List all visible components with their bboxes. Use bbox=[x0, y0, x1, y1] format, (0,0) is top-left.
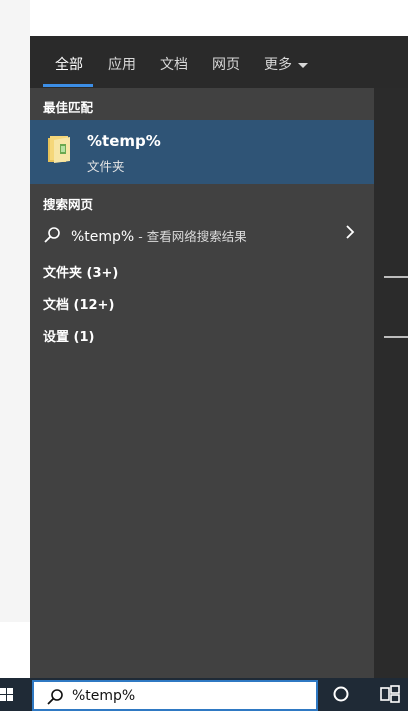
chevron-down-icon bbox=[298, 62, 308, 68]
category-settings[interactable]: 设置 (1) bbox=[43, 326, 94, 345]
taskbar-search-box[interactable]: %temp% bbox=[32, 680, 318, 711]
folder-icon bbox=[48, 136, 70, 163]
active-tab-indicator bbox=[43, 84, 93, 87]
desktop-background bbox=[0, 0, 30, 622]
tab-more[interactable]: 更多 bbox=[264, 54, 308, 74]
search-icon bbox=[44, 227, 60, 243]
category-documents[interactable]: 文档 (12+) bbox=[43, 294, 114, 313]
windows-start-icon[interactable] bbox=[0, 678, 30, 711]
search-input[interactable]: %temp% bbox=[72, 688, 135, 704]
web-result-query: %temp% bbox=[71, 229, 135, 245]
search-tabs-bar: 全部 应用 文档 网页 更多 bbox=[30, 36, 408, 88]
tab-documents[interactable]: 文档 bbox=[160, 54, 188, 74]
category-folders[interactable]: 文件夹 (3+) bbox=[43, 262, 118, 281]
taskbar: %temp% bbox=[0, 678, 408, 711]
task-view-icon[interactable] bbox=[380, 685, 400, 703]
web-result-text: %temp% - 查看网络搜索结果 bbox=[71, 226, 247, 245]
divider bbox=[384, 276, 408, 278]
section-title-best-match: 最佳匹配 bbox=[43, 100, 94, 115]
tab-web[interactable]: 网页 bbox=[212, 54, 240, 74]
cortana-icon[interactable] bbox=[332, 685, 350, 703]
tab-more-label: 更多 bbox=[264, 57, 292, 73]
best-match-subtitle: 文件夹 bbox=[87, 159, 125, 174]
web-result-suffix: - 查看网络搜索结果 bbox=[134, 229, 247, 244]
tab-all[interactable]: 全部 bbox=[55, 54, 83, 74]
section-title-search-web: 搜索网页 bbox=[43, 197, 94, 212]
best-match-title: %temp% bbox=[87, 132, 161, 150]
tab-apps[interactable]: 应用 bbox=[108, 54, 136, 74]
search-icon bbox=[47, 689, 63, 705]
best-match-item[interactable]: %temp% 文件夹 bbox=[30, 120, 374, 184]
preview-pane bbox=[374, 88, 408, 678]
search-panel: 全部 应用 文档 网页 更多 最佳匹配 %temp% 文件夹 搜索网页 %tem… bbox=[30, 36, 408, 678]
divider bbox=[384, 336, 408, 338]
web-search-result[interactable]: %temp% - 查看网络搜索结果 bbox=[30, 220, 374, 250]
chevron-right-icon[interactable] bbox=[343, 224, 357, 240]
